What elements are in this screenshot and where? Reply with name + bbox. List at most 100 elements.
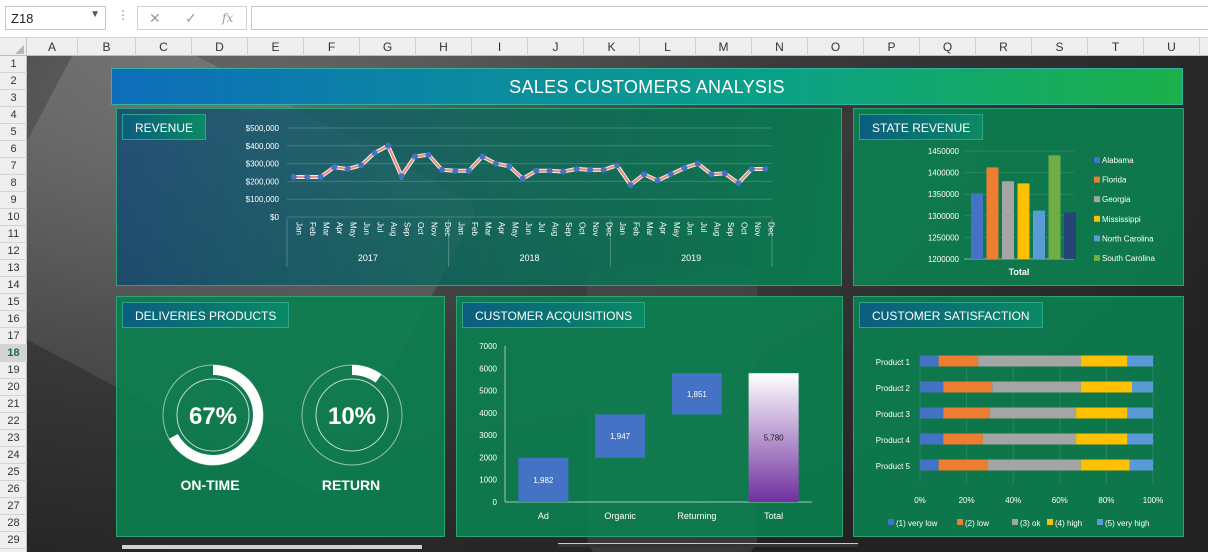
year-label: 2019 <box>681 253 701 263</box>
row-header-1[interactable]: 1 <box>0 56 27 73</box>
row-header-22[interactable]: 22 <box>0 413 27 430</box>
column-header-T[interactable]: T <box>1088 38 1144 56</box>
row-header-7[interactable]: 7 <box>0 158 27 175</box>
column-header-M[interactable]: M <box>696 38 752 56</box>
legend-label: (4) high <box>1055 519 1082 528</box>
row-header-4[interactable]: 4 <box>0 107 27 124</box>
column-header-Q[interactable]: Q <box>920 38 976 56</box>
row-header-10[interactable]: 10 <box>0 209 27 226</box>
column-header-N[interactable]: N <box>752 38 808 56</box>
formula-input[interactable] <box>251 6 1208 30</box>
row-header-26[interactable]: 26 <box>0 481 27 498</box>
revenue-chart: $500,000 $400,000 $300,000 $200,000 $100,000… <box>246 124 775 267</box>
satisfaction-segment <box>1080 381 1133 393</box>
y-tick-label: 7000 <box>479 342 497 351</box>
row-header-5[interactable]: 5 <box>0 124 27 141</box>
chevron-down-icon[interactable]: ▼ <box>90 9 100 20</box>
row-header-21[interactable]: 21 <box>0 396 27 413</box>
x-tick-label: Sep <box>564 222 573 237</box>
row-header-14[interactable]: 14 <box>0 277 27 294</box>
row-header-28[interactable]: 28 <box>0 515 27 532</box>
row-header-15[interactable]: 15 <box>0 294 27 311</box>
column-header-G[interactable]: G <box>360 38 416 56</box>
column-header-S[interactable]: S <box>1032 38 1088 56</box>
row-header-27[interactable]: 27 <box>0 498 27 515</box>
column-header-O[interactable]: O <box>808 38 864 56</box>
column-header-E[interactable]: E <box>248 38 304 56</box>
row-header-29[interactable]: 29 <box>0 532 27 549</box>
x-tick-label: 20% <box>959 496 975 505</box>
x-tick-label: Ad <box>538 511 549 521</box>
row-header-20[interactable]: 20 <box>0 379 27 396</box>
x-tick-label: Dec <box>605 222 614 236</box>
y-tick-label: 1250000 <box>928 233 960 242</box>
satisfaction-segment <box>920 459 939 471</box>
return-label: RETURN <box>321 477 381 493</box>
row-header-9[interactable]: 9 <box>0 192 27 209</box>
row-header-2[interactable]: 2 <box>0 73 27 90</box>
revenue-point <box>438 166 445 173</box>
more-options-icon[interactable]: ⋮ <box>117 8 129 22</box>
state-bar <box>1048 155 1061 259</box>
revenue-line <box>293 144 766 187</box>
revenue-point <box>385 142 392 149</box>
column-header-C[interactable]: C <box>136 38 192 56</box>
y-tick-label: 1350000 <box>928 190 960 199</box>
column-header-P[interactable]: P <box>864 38 920 56</box>
acquisitions-panel[interactable]: CUSTOMER ACQUISITIONS 7000 6000 5000 4000 30… <box>456 296 843 537</box>
select-all-corner[interactable] <box>0 38 27 56</box>
revenue-point <box>654 177 661 184</box>
row-header-16[interactable]: 16 <box>0 311 27 328</box>
column-header-B[interactable]: B <box>78 38 136 56</box>
x-tick-label: Apr <box>497 222 506 235</box>
row-header-17[interactable]: 17 <box>0 328 27 345</box>
x-tick-label: Aug <box>712 222 721 236</box>
enter-icon[interactable]: ✓ <box>185 10 197 27</box>
name-box[interactable]: Z18 ▼ <box>5 6 106 30</box>
deliveries-panel[interactable]: DELIVERIES PRODUCTS 67% 10% ON-TIME RETUR… <box>116 296 445 537</box>
column-header-L[interactable]: L <box>640 38 696 56</box>
revenue-panel[interactable]: REVENUE $500,000 $400,000 $300,000 $200,000… <box>116 108 842 286</box>
row-header-8[interactable]: 8 <box>0 175 27 192</box>
y-tick-label: 0 <box>493 498 498 507</box>
y-tick-label: 6000 <box>479 364 497 373</box>
row-header-11[interactable]: 11 <box>0 226 27 243</box>
row-header-12[interactable]: 12 <box>0 243 27 260</box>
column-header-I[interactable]: I <box>472 38 528 56</box>
satisfaction-segment <box>987 459 1081 471</box>
row-header-25[interactable]: 25 <box>0 464 27 481</box>
x-tick-label: Nov <box>591 222 600 236</box>
legend-label: Alabama <box>1102 156 1134 165</box>
cancel-icon[interactable]: ✕ <box>149 10 161 27</box>
row-header-13[interactable]: 13 <box>0 260 27 277</box>
column-header-F[interactable]: F <box>304 38 360 56</box>
data-label: 1,947 <box>610 432 631 441</box>
revenue-point <box>344 165 351 172</box>
y-tick-label: Product 3 <box>876 410 911 419</box>
row-header-24[interactable]: 24 <box>0 447 27 464</box>
satisfaction-segment <box>1127 433 1153 445</box>
row-header-18[interactable]: 18 <box>0 345 27 362</box>
column-header-J[interactable]: J <box>528 38 584 56</box>
y-tick-label: Product 2 <box>876 384 911 393</box>
column-header-H[interactable]: H <box>416 38 472 56</box>
row-header-23[interactable]: 23 <box>0 430 27 447</box>
row-header-6[interactable]: 6 <box>0 141 27 158</box>
column-header-U[interactable]: U <box>1144 38 1200 56</box>
row-header-3[interactable]: 3 <box>0 90 27 107</box>
revenue-point <box>708 171 715 178</box>
column-header-R[interactable]: R <box>976 38 1032 56</box>
worksheet[interactable]: SALES CUSTOMERS ANALYSIS REVENUE $500,00… <box>27 56 1208 552</box>
satisfaction-panel[interactable]: CUSTOMER SATISFACTION 0% 20% 40% 60% 80% 100%… <box>853 296 1184 537</box>
row-header-19[interactable]: 19 <box>0 362 27 379</box>
column-header-D[interactable]: D <box>192 38 248 56</box>
insert-function-icon[interactable]: fx <box>222 11 233 25</box>
legend-label: South Carolina <box>1102 254 1155 263</box>
state-revenue-panel[interactable]: STATE REVENUE 1450000 1400000 1350000 13000… <box>853 108 1184 286</box>
column-header-A[interactable]: A <box>27 38 78 56</box>
revenue-point <box>627 181 634 188</box>
column-header-K[interactable]: K <box>584 38 640 56</box>
legend-label: Georgia <box>1102 195 1131 204</box>
column-headers: ABCDEFGHIJKLMNOPQRSTU <box>0 38 1208 56</box>
satisfaction-segment <box>1127 355 1153 367</box>
